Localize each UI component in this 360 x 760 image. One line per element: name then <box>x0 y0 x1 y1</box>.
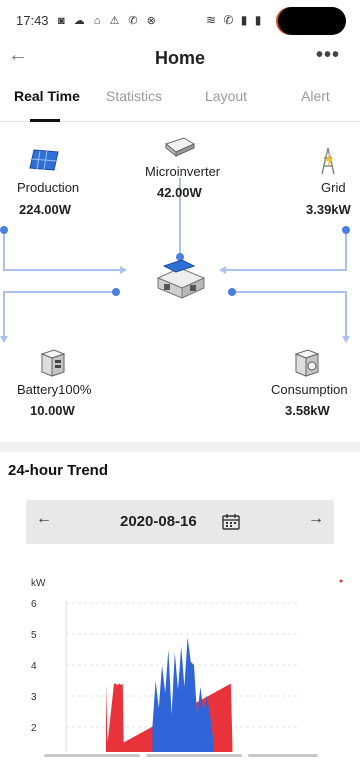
tab-bar: Real Time Statistics Layout Alert <box>0 76 360 122</box>
nav-pill-right <box>248 754 318 757</box>
tab-alert[interactable]: Alert <box>301 88 330 104</box>
production-value: 224.00W <box>19 202 72 217</box>
date-value[interactable]: 2020-08-16 <box>120 513 197 530</box>
nav-pill-center <box>146 754 242 757</box>
camera-cutout <box>278 7 346 35</box>
more-dots-icon[interactable]: ••• <box>316 44 340 67</box>
nav-pill-left <box>44 754 140 757</box>
y-tick-label: 2 <box>31 723 37 734</box>
system-nav-bar <box>0 752 360 760</box>
y-tick-label: 4 <box>31 661 37 672</box>
microinverter-icon <box>164 137 196 158</box>
y-tick-label: 3 <box>31 692 37 703</box>
system-icons: ≋ ✆ ▮ ▮ <box>206 13 264 27</box>
microinverter-label: Microinverter <box>145 164 221 179</box>
grid-tower-icon <box>321 147 335 175</box>
legend-dot <box>339 579 343 583</box>
microinverter-value: 42.00W <box>157 185 202 200</box>
y-tick-label: 5 <box>31 630 37 641</box>
trend-chart: kW 6 5 4 3 2 <box>31 578 343 752</box>
energy-flow-panel: Production 224.00W Microinverter 42.00W … <box>0 122 360 442</box>
date-selector: ← 2020-08-16 → <box>26 500 334 544</box>
y-axis-unit: kW <box>31 578 46 589</box>
notification-icons: ◙ ☁ ⌂ ⚠ ✆ ⊗ <box>58 15 159 27</box>
tab-statistics[interactable]: Statistics <box>106 88 162 104</box>
appliances-icon <box>294 349 320 377</box>
series-area-1 <box>152 637 214 752</box>
consumption-label: Consumption <box>271 382 348 397</box>
trend-title: 24-hour Trend <box>8 462 109 479</box>
page-title: Home <box>154 48 205 68</box>
tab-real-time[interactable]: Real Time <box>14 88 80 104</box>
grid-value: 3.39kW <box>306 202 351 217</box>
calendar-icon[interactable] <box>222 513 240 530</box>
battery-value: 10.00W <box>30 403 75 418</box>
status-bar: 17:43 ◙ ☁ ⌂ ⚠ ✆ ⊗ ≋ ✆ ▮ ▮ <box>0 0 360 40</box>
status-time: 17:43 <box>16 13 49 28</box>
y-tick-label: 6 <box>31 599 37 610</box>
solar-panel-icon <box>29 149 59 171</box>
house-icon <box>156 259 206 299</box>
production-label: Production <box>17 180 80 195</box>
battery-icon <box>40 349 66 377</box>
consumption-value: 3.58kW <box>285 403 330 418</box>
trend-panel: 24-hour Trend ← 2020-08-16 → kW 6 5 4 3 2 <box>0 452 360 752</box>
tab-layout[interactable]: Layout <box>205 88 247 104</box>
app-bar: ← Home ••• <box>0 40 360 76</box>
prev-arrow-icon[interactable]: ← <box>36 510 52 528</box>
battery-label: Battery100% <box>17 382 92 397</box>
grid-label: Grid <box>321 180 346 195</box>
next-arrow-icon[interactable]: → <box>308 510 324 528</box>
